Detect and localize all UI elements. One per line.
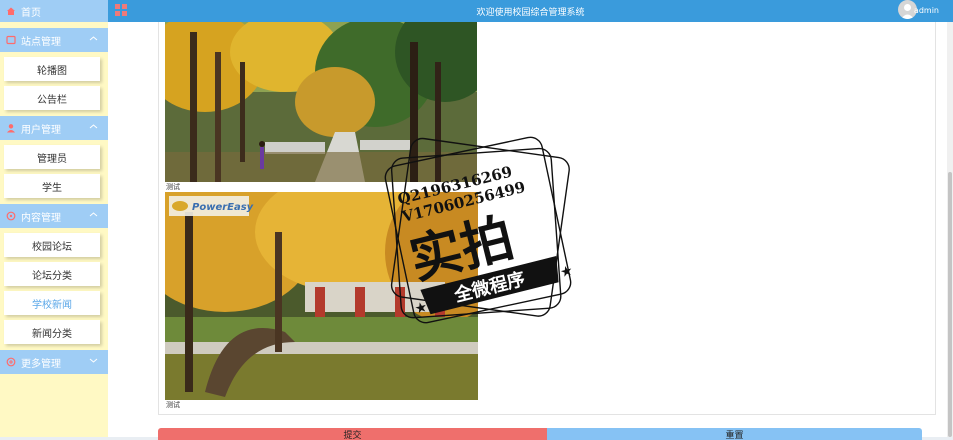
more-icon <box>6 357 16 367</box>
star-icon: ★ <box>559 263 575 282</box>
photo-caption-1: 测试 <box>166 183 180 191</box>
sidebar-item-forum-category[interactable]: 论坛分类 <box>4 262 100 286</box>
home-icon <box>6 6 16 16</box>
site-icon <box>6 35 16 45</box>
menu-home-label: 首页 <box>21 7 41 19</box>
chevron-up-icon <box>89 124 98 129</box>
content-icon <box>6 211 16 221</box>
sidebar-item-student[interactable]: 学生 <box>4 174 100 198</box>
menu-group-more[interactable]: 更多管理 <box>0 350 108 374</box>
chevron-up-icon <box>89 212 98 217</box>
username[interactable]: admin <box>914 6 939 15</box>
topbar: 欢迎使用校园综合管理系统 admin <box>108 0 953 22</box>
menu-group-user[interactable]: 用户管理 <box>0 116 108 140</box>
sidebar-item-carousel[interactable]: 轮播图 <box>4 57 100 81</box>
submit-button[interactable]: 提交 <box>158 428 547 440</box>
menu-group-label: 用户管理 <box>21 124 61 136</box>
menu-group-label: 内容管理 <box>21 212 61 224</box>
chevron-down-icon <box>89 358 98 363</box>
sidebar-item-admin[interactable]: 管理员 <box>4 145 100 169</box>
scrollbar-thumb[interactable] <box>948 172 952 437</box>
sidebar: 首页 站点管理 轮播图 公告栏 用户管理 管理员 学生 内容管理 校园论坛 论坛… <box>0 0 108 437</box>
sidebar-item-notice[interactable]: 公告栏 <box>4 86 100 110</box>
powereasy-logo: PowerEasy <box>192 202 254 213</box>
sidebar-item-news-category[interactable]: 新闻分类 <box>4 320 100 344</box>
menu-group-label: 站点管理 <box>21 36 61 48</box>
menu-home[interactable]: 首页 <box>0 0 108 22</box>
user-icon <box>6 123 16 133</box>
menu-group-content[interactable]: 内容管理 <box>0 204 108 228</box>
menu-group-site[interactable]: 站点管理 <box>0 28 108 52</box>
sidebar-item-school-news[interactable]: 学校新闻 <box>4 291 100 315</box>
page-title: 欢迎使用校园综合管理系统 <box>476 8 585 18</box>
sidebar-item-forum[interactable]: 校园论坛 <box>4 233 100 257</box>
menu-group-label: 更多管理 <box>21 358 61 370</box>
photo-caption-2: 测试 <box>166 401 180 409</box>
chevron-up-icon <box>89 36 98 41</box>
scrollbar[interactable] <box>947 22 953 437</box>
reset-button[interactable]: 重置 <box>547 428 922 440</box>
watermark-stamp: Q2196316269 V17060256499 实拍 全微程序 ★ ★ <box>384 136 575 324</box>
